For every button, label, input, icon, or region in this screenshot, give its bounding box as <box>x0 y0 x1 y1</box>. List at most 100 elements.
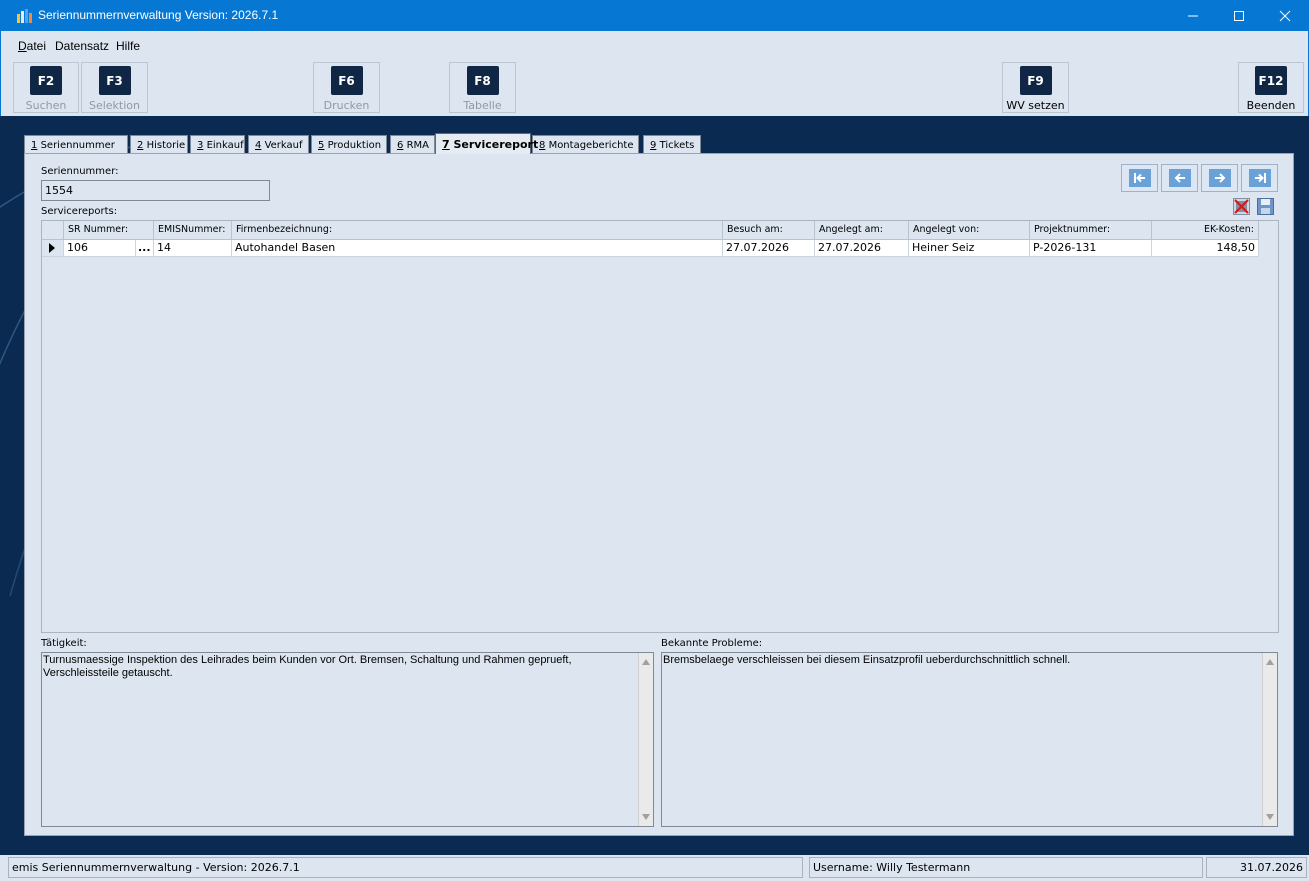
selection-button[interactable]: F3 Selektion <box>81 62 148 113</box>
cell-angelegt-von[interactable]: Heiner Seiz <box>909 240 1030 257</box>
grid-header: SR Nummer: EMISNummer: Firmenbezeichnung… <box>42 221 1280 240</box>
taetigkeit-scrollbar[interactable] <box>638 653 653 826</box>
exit-label: Beenden <box>1246 99 1296 112</box>
cell-angelegt-am[interactable]: 27.07.2026 <box>815 240 909 257</box>
taetigkeit-label: Tätigkeit: <box>41 638 87 649</box>
tab-rma[interactable]: 6 RMA <box>390 135 435 154</box>
servicereport-panel: Seriennummer: 1554 Servicereports: SR Nu… <box>24 153 1294 836</box>
col-header-angelegt-am[interactable]: Angelegt am: <box>815 221 909 240</box>
first-record-icon <box>1133 173 1145 183</box>
tab-historie[interactable]: 2 Historie <box>130 135 188 154</box>
probleme-scrollbar[interactable] <box>1262 653 1277 826</box>
maximize-icon <box>1234 10 1244 21</box>
search-button[interactable]: F2 Suchen <box>13 62 79 113</box>
tab-produktion[interactable]: 5 Produktion <box>311 135 387 154</box>
menu-datei-accelerator: D <box>18 39 27 53</box>
tab-number: 1 <box>31 139 38 151</box>
col-header-angelegt-von[interactable]: Angelegt von: <box>909 221 1030 240</box>
taetigkeit-textarea[interactable]: Turnusmaessige Inspektion des Leihrades … <box>41 652 654 827</box>
next-record-icon <box>1214 173 1225 183</box>
tab-label: Einkauf <box>206 139 244 151</box>
last-record-icon <box>1254 173 1266 183</box>
tab-label: Historie <box>146 139 186 151</box>
tab-label: Seriennummer <box>40 139 115 151</box>
previous-record-button[interactable] <box>1161 164 1198 192</box>
close-icon <box>1279 10 1291 21</box>
tab-number: 5 <box>318 139 325 151</box>
table-label: Tabelle <box>463 99 502 112</box>
ellipsis-button[interactable]: ... <box>136 240 154 257</box>
maximize-button[interactable] <box>1216 0 1262 31</box>
first-record-button[interactable] <box>1121 164 1158 192</box>
cell-besuch-am[interactable]: 27.07.2026 <box>723 240 815 257</box>
window-title: Seriennummernverwaltung Version: 2026.7.… <box>38 8 279 22</box>
cell-firmenbezeichnung[interactable]: Autohandel Basen <box>232 240 723 257</box>
col-header-sr-nummer[interactable]: SR Nummer: <box>64 221 154 240</box>
tab-label: Montageberichte <box>548 139 634 151</box>
toolbar: F2 Suchen F3 Selektion F6 Drucken F8 Tab… <box>0 59 1309 116</box>
selection-label: Selektion <box>88 99 140 112</box>
scroll-up-icon[interactable] <box>1266 659 1274 665</box>
servicereports-grid: SR Nummer: EMISNummer: Firmenbezeichnung… <box>41 220 1279 633</box>
tab-seriennummer[interactable]: 1 Seriennummer <box>24 135 128 154</box>
tab-number: 3 <box>197 139 204 151</box>
scroll-down-icon[interactable] <box>1266 814 1274 820</box>
search-label: Suchen <box>25 99 67 112</box>
tab-label: Produktion <box>327 139 382 151</box>
minimize-icon <box>1188 15 1198 16</box>
menu-datensatz[interactable]: Datensatz <box>55 39 109 53</box>
cell-projektnummer[interactable]: P-2026-131 <box>1030 240 1152 257</box>
title-bar: Seriennummernverwaltung Version: 2026.7.… <box>0 0 1309 31</box>
wv-setzen-label: WV setzen <box>1006 99 1065 112</box>
scroll-up-icon[interactable] <box>642 659 650 665</box>
servicereports-label: Servicereports: <box>41 206 118 217</box>
tab-label: Tickets <box>659 139 695 151</box>
tab-number: 7 <box>442 137 450 151</box>
next-record-button[interactable] <box>1201 164 1238 192</box>
row-selector[interactable] <box>42 240 64 257</box>
col-header-projektnummer[interactable]: Projektnummer: <box>1030 221 1152 240</box>
status-app: emis Seriennummernverwaltung - Version: … <box>8 857 803 878</box>
print-button[interactable]: F6 Drucken <box>313 62 380 113</box>
menu-datei[interactable]: Datei <box>18 39 46 53</box>
close-button[interactable] <box>1262 0 1308 31</box>
tab-montageberichte[interactable]: 8 Montageberichte <box>532 135 639 154</box>
probleme-label: Bekannte Probleme: <box>661 638 763 649</box>
serial-field[interactable]: 1554 <box>41 180 270 201</box>
col-header-besuch-am[interactable]: Besuch am: <box>723 221 815 240</box>
tab-label: Servicereport <box>453 137 539 151</box>
exit-button[interactable]: F12 Beenden <box>1238 62 1304 113</box>
col-header-firmenbezeichnung[interactable]: Firmenbezeichnung: <box>232 221 723 240</box>
tab-verkauf[interactable]: 4 Verkauf <box>248 135 309 154</box>
status-date: 31.07.2026 <box>1206 857 1307 878</box>
status-user: Username: Willy Testermann <box>809 857 1203 878</box>
tab-tickets[interactable]: 9 Tickets <box>643 135 701 154</box>
probleme-textarea[interactable]: Bremsbelaege verschleissen bei diesem Ei… <box>661 652 1278 827</box>
wv-setzen-button[interactable]: F9 WV setzen <box>1002 62 1069 113</box>
tab-label: RMA <box>406 139 429 151</box>
minimize-button[interactable] <box>1170 0 1216 31</box>
col-header-emisnummer[interactable]: EMISNummer: <box>154 221 232 240</box>
f12-key: F12 <box>1255 66 1287 95</box>
save-icon[interactable] <box>1257 198 1274 215</box>
tab-number: 6 <box>397 139 404 151</box>
f6-key: F6 <box>330 66 363 95</box>
row-pointer-icon <box>49 243 55 253</box>
cell-ek-kosten[interactable]: 148,50 <box>1152 240 1259 257</box>
col-header-ek-kosten[interactable]: EK-Kosten: <box>1152 221 1259 240</box>
f9-key: F9 <box>1019 66 1052 95</box>
tab-einkauf[interactable]: 3 Einkauf <box>190 135 245 154</box>
row-header-corner <box>42 221 64 240</box>
f2-key: F2 <box>30 66 62 95</box>
cell-emisnummer[interactable]: 14 <box>154 240 232 257</box>
status-bar: emis Seriennummernverwaltung - Version: … <box>0 855 1309 881</box>
table-button[interactable]: F8 Tabelle <box>449 62 516 113</box>
menu-hilfe[interactable]: Hilfe <box>116 39 140 53</box>
delete-record-icon[interactable] <box>1233 198 1250 215</box>
scroll-down-icon[interactable] <box>642 814 650 820</box>
last-record-button[interactable] <box>1241 164 1278 192</box>
print-label: Drucken <box>323 99 370 112</box>
cell-sr-nummer[interactable]: 106 <box>64 240 136 257</box>
tab-servicereport[interactable]: 7 Servicereport <box>435 133 538 154</box>
tab-number: 4 <box>255 139 262 151</box>
